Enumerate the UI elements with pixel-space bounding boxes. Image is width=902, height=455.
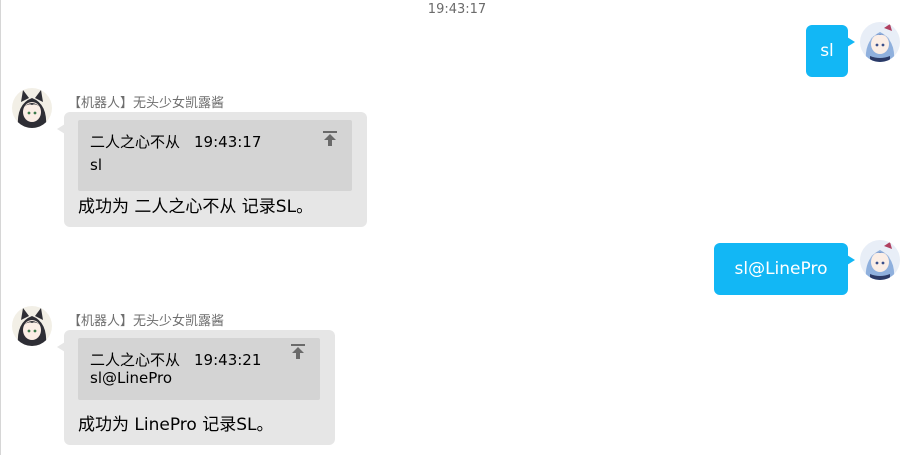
chat-timestamp: 19:43:17 (427, 2, 487, 17)
outgoing-message-text: sl (820, 41, 834, 61)
outgoing-message-text: sl@LinePro (734, 259, 828, 279)
jump-to-top-icon[interactable] (289, 343, 307, 361)
incoming-message-text: 成功为 LinePro 记录SL。 (78, 415, 274, 435)
quoted-message[interactable]: 二人之心不从 19:43:21 sl@LinePro (78, 338, 320, 400)
sender-name: 【机器人】无头少女凯露酱 (68, 96, 225, 111)
bot-avatar[interactable] (12, 306, 52, 346)
quote-time: 19:43:17 (194, 133, 262, 151)
sender-name: 【机器人】无头少女凯露酱 (68, 314, 225, 329)
quote-header: 二人之心不从 19:43:17 (90, 131, 261, 152)
bot-avatar[interactable] (12, 88, 52, 128)
outgoing-message-bubble[interactable]: sl@LinePro (714, 243, 855, 295)
quote-text: sl@LinePro (90, 369, 173, 387)
incoming-message-bubble[interactable]: 二人之心不从 19:43:21 sl@LinePro 成功为 LinePro 记录… (57, 330, 335, 445)
jump-to-top-icon[interactable] (321, 130, 339, 148)
quote-text: sl (90, 156, 102, 174)
quote-time: 19:43:21 (194, 351, 262, 369)
window-left-border (0, 0, 1, 455)
incoming-message-bubble[interactable]: 二人之心不从 19:43:17 sl 成功为 二人之心不从 记录SL。 (57, 112, 367, 227)
quote-author: 二人之心不从 (90, 351, 181, 369)
user-avatar[interactable] (860, 22, 900, 62)
quote-header: 二人之心不从 19:43:21 (90, 349, 261, 370)
user-avatar[interactable] (860, 240, 900, 280)
outgoing-message-bubble[interactable]: sl (806, 25, 855, 77)
incoming-message-text: 成功为 二人之心不从 记录SL。 (78, 197, 314, 217)
quoted-message[interactable]: 二人之心不从 19:43:17 sl (78, 120, 352, 191)
quote-author: 二人之心不从 (90, 133, 181, 151)
